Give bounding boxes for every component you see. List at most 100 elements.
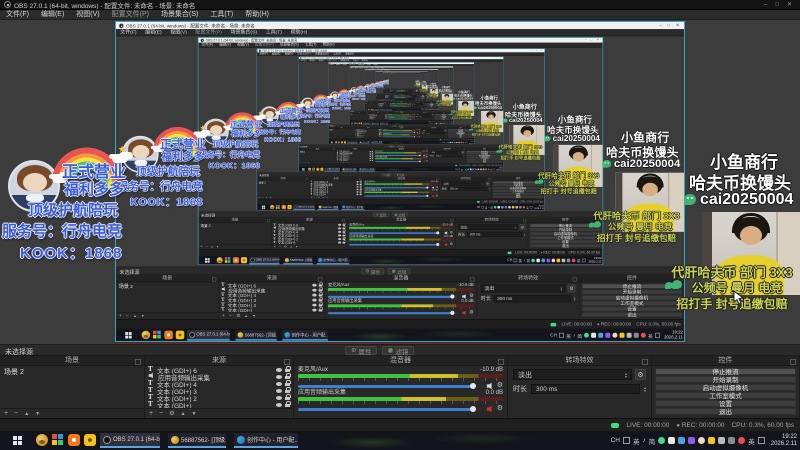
lock-icon[interactable]: [285, 366, 291, 372]
visibility-eye-icon[interactable]: [276, 388, 282, 393]
close-icon[interactable]: ✕: [787, 0, 792, 10]
menu-edit[interactable]: 编辑(E): [35, 10, 70, 20]
start-button-icon[interactable]: [13, 436, 22, 445]
lock-icon[interactable]: [285, 373, 291, 379]
overlay-bottom-line: 招打手 封号追缴包赔: [540, 187, 597, 195]
lock-icon[interactable]: [285, 394, 291, 400]
visibility-eye-icon[interactable]: [276, 367, 282, 372]
taskbar-button-edge[interactable]: 创作中心 - 用户配...: [234, 433, 298, 448]
ime-lang-label[interactable]: 英: [633, 436, 640, 446]
audio-meter: [349, 226, 453, 229]
pinned-app-icon-yellow[interactable]: [84, 434, 96, 446]
gear-icon: ⚙: [376, 213, 379, 217]
source-up-button: ▲: [244, 313, 248, 319]
filters-button[interactable]: 滤镜: [382, 346, 415, 356]
visibility-eye-icon[interactable]: [276, 395, 282, 400]
tray-icon-purple[interactable]: [688, 437, 696, 444]
transition-gear-button: ⚙: [567, 284, 576, 293]
channel-gear-icon[interactable]: ⚙: [497, 405, 503, 413]
volume-slider[interactable]: [298, 405, 483, 412]
ime-ch-label[interactable]: CH: [611, 437, 620, 444]
exit-button[interactable]: 退出: [655, 408, 796, 416]
channel-gear-icon[interactable]: ⚙: [497, 382, 503, 390]
source-row[interactable]: T 文本 (GDI+): [145, 401, 293, 410]
add-scene-button[interactable]: +: [4, 409, 8, 419]
scene-down-button[interactable]: ▼: [35, 409, 40, 419]
lock-icon[interactable]: [285, 387, 291, 393]
visibility-eye-icon[interactable]: [276, 381, 282, 386]
tray-icon-white[interactable]: [668, 437, 676, 444]
settings-button[interactable]: 设置: [655, 400, 796, 408]
tray-icon-speaker[interactable]: [718, 437, 726, 444]
ime-jian-label[interactable]: 简: [649, 436, 656, 446]
pinned-app-icon-orange[interactable]: [68, 434, 80, 446]
pinned-app-icon-monkey[interactable]: [36, 434, 48, 446]
taskbar-clock[interactable]: 19:22 2026.2.11: [771, 434, 797, 448]
record-dot-icon: ●: [676, 422, 681, 429]
lock-icon[interactable]: [285, 401, 291, 407]
menu-bar: 文件(F) 编辑(E) 视图(V) 配置文件(P) 场景集合(S) 工具(T) …: [328, 64, 474, 66]
gear-icon: ⚙: [365, 269, 370, 274]
scenes-panel-header: 场景: [198, 217, 272, 223]
volume-slider: [327, 294, 460, 299]
remove-scene-button[interactable]: −: [14, 409, 18, 419]
overlay-bottom-line: 招打手 封号追缴包赔: [451, 116, 472, 119]
spinner-icon[interactable]: ▴ ▾: [644, 386, 646, 393]
tray-icon-white: [591, 332, 597, 338]
start-button-icon: [302, 168, 305, 171]
scene-up-button[interactable]: ▲: [24, 409, 29, 419]
visibility-eye-icon: [356, 186, 359, 188]
volume-slider[interactable]: [298, 382, 483, 389]
spinner-icon: ▴ ▾: [488, 187, 490, 191]
menu-help[interactable]: 帮助(H): [239, 10, 275, 20]
spinner-icon: ▴ ▾: [524, 232, 526, 237]
menu-file[interactable]: 文件(F): [0, 10, 35, 20]
menu-tools[interactable]: 工具(T): [204, 10, 239, 20]
tray-icon-green[interactable]: [658, 437, 666, 444]
visibility-eye-icon[interactable]: [276, 374, 282, 379]
muted-speaker-icon[interactable]: [486, 400, 494, 418]
taskbar-button-chat[interactable]: 56887562- [顶级...: [168, 433, 226, 448]
source-properties-button[interactable]: ⚙: [169, 409, 174, 419]
ime-note-icon[interactable]: ♪: [643, 437, 646, 444]
source-up-button[interactable]: ▲: [181, 409, 186, 419]
stop-streaming-button[interactable]: 停止推流: [655, 368, 796, 376]
ime-lang-label: 英: [518, 259, 522, 263]
tray-icon-yellow[interactable]: [708, 437, 716, 444]
menu-view[interactable]: 视图(V): [70, 10, 105, 20]
scene-list-item[interactable]: 场景 2: [0, 366, 144, 378]
maximize-icon[interactable]: □: [775, 0, 779, 10]
taskbar-button-obs[interactable]: OBS 27.0.1 (64-bi...: [100, 433, 160, 448]
transition-gear-button[interactable]: ⚙: [635, 369, 646, 380]
menu-scene-collection[interactable]: 场景集合(S): [155, 10, 204, 20]
wechat-icon: [544, 135, 551, 142]
visibility-eye-icon[interactable]: [276, 402, 282, 407]
source-down-button[interactable]: ▼: [192, 409, 197, 419]
audio-mixer-panel: 混音器 麦克风/Aux-10.9 dB ⚙ 应用音频输出采集0.0 dB: [362, 176, 440, 200]
remove-source-button[interactable]: −: [159, 409, 163, 419]
duration-input[interactable]: 300 ms: [531, 384, 640, 394]
studio-mode-button[interactable]: 工作室模式: [655, 392, 796, 400]
captured-obs-window: OBS 27.0.1 (64-bit, windows) - 配置文件: 未命名…: [382, 72, 421, 94]
lang-box-icon[interactable]: [757, 437, 765, 444]
virtual-camera-button[interactable]: 启动虚拟摄像机: [655, 384, 796, 392]
status-bar: LIVE: 00:00:00 ● REC: 00:00:00 CPU: 0.3%…: [116, 319, 684, 329]
tray-icon-red[interactable]: [738, 437, 746, 444]
taskbar-button-chat: 56887562- [顶级...: [283, 256, 313, 265]
start-recording-button[interactable]: 开始录制: [655, 376, 796, 384]
properties-button[interactable]: ⚙ 属性: [345, 346, 378, 356]
tray-icon-monitor[interactable]: [728, 437, 736, 444]
lock-icon[interactable]: [285, 380, 291, 386]
menu-profile[interactable]: 配置文件(P): [106, 10, 155, 20]
tray-icon-tan[interactable]: [698, 437, 706, 444]
pinned-app-icon-grid[interactable]: [52, 434, 64, 446]
transition-select[interactable]: 淡出 ▴ ▾: [513, 369, 632, 380]
tray-icon-blue[interactable]: [678, 437, 686, 444]
menu-profile: 配置文件(P): [348, 64, 356, 66]
minimize-icon[interactable]: –: [764, 0, 767, 10]
ime-box-icon[interactable]: [623, 437, 630, 444]
tray-icon-white: [497, 205, 501, 209]
window-controls: – □ ✕: [764, 0, 796, 10]
lang-indicator[interactable]: 英: [748, 436, 755, 446]
add-source-button[interactable]: +: [149, 409, 153, 419]
